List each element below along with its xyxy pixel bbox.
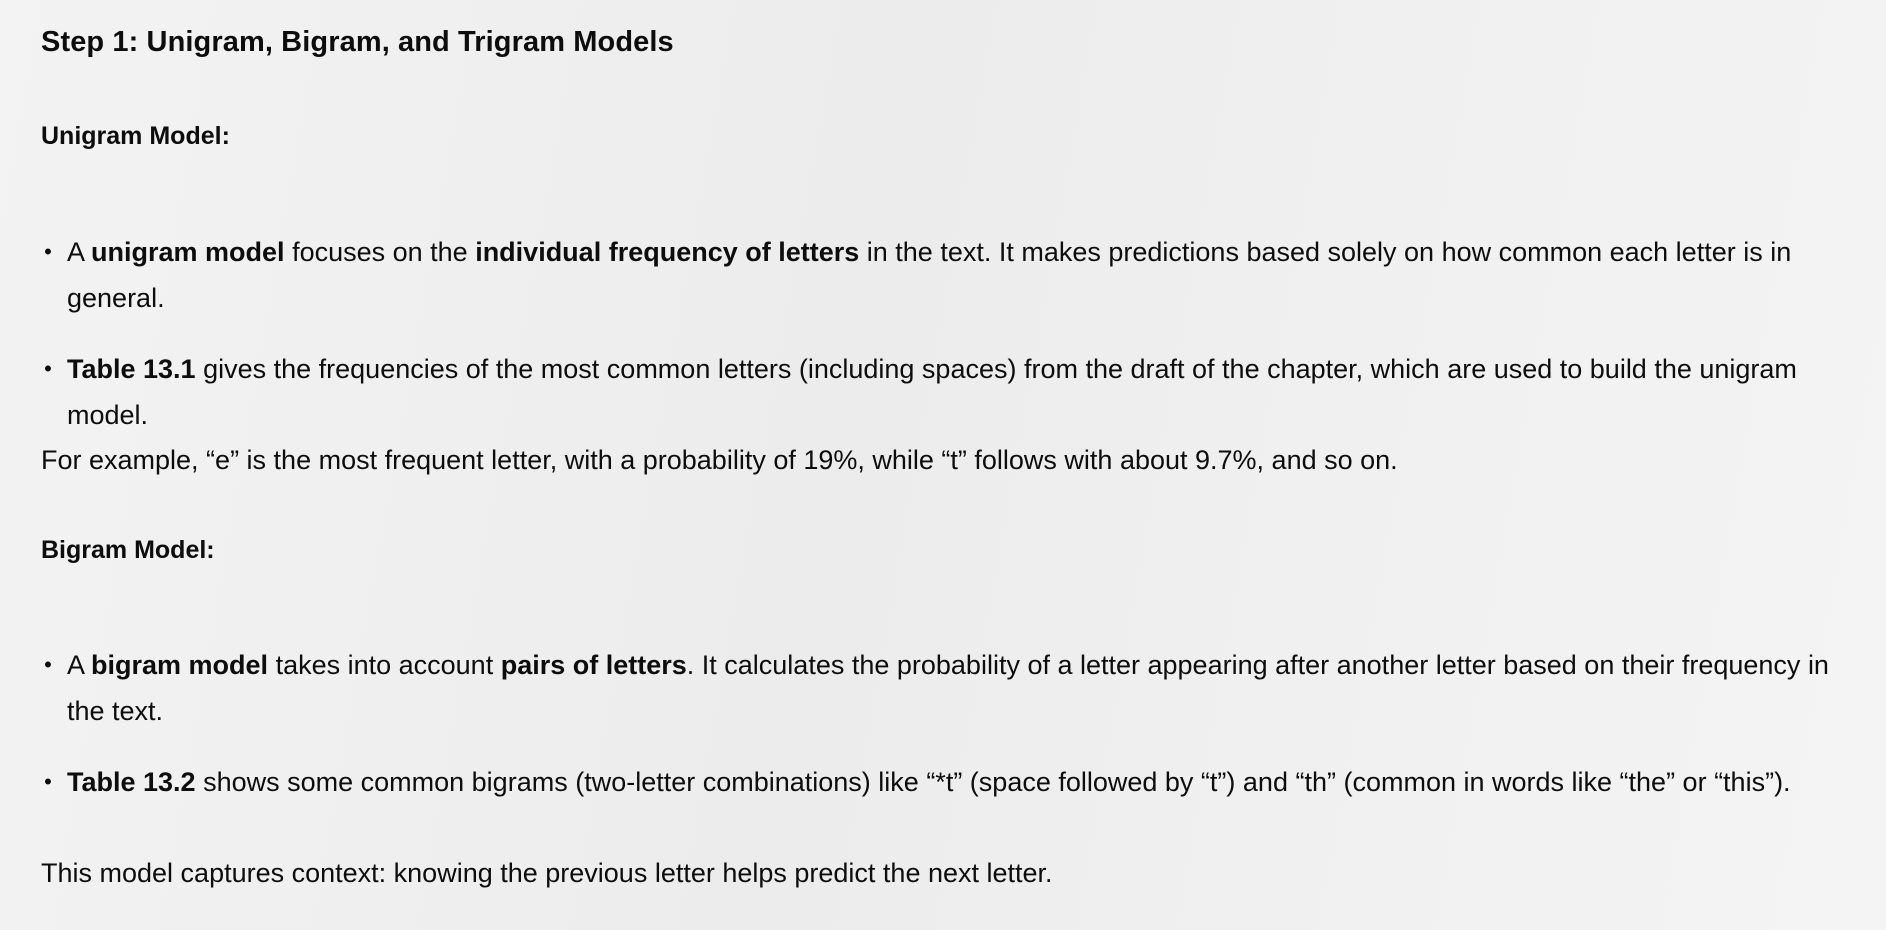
unigram-bullet-list: • A unigram model focuses on the individ…	[41, 229, 1841, 438]
bullet-dot-icon: •	[44, 652, 52, 677]
bigram-heading: Bigram Model:	[41, 536, 215, 564]
bullet-text: A bigram model takes into account pairs …	[67, 650, 1829, 726]
bigram-context-paragraph: This model captures context: knowing the…	[41, 858, 1053, 888]
unigram-bullet-1: • A unigram model focuses on the individ…	[41, 229, 1841, 321]
bullet-dot-icon: •	[44, 769, 52, 794]
step-title: Step 1: Unigram, Bigram, and Trigram Mod…	[41, 26, 674, 58]
unigram-heading: Unigram Model:	[41, 122, 230, 150]
bullet-dot-icon: •	[44, 239, 52, 264]
bigram-bullet-1: • A bigram model takes into account pair…	[41, 642, 1841, 734]
bullet-text: Table 13.1 gives the frequencies of the …	[67, 354, 1797, 430]
bullet-text: A unigram model focuses on the individua…	[67, 237, 1792, 313]
bigram-bullet-2: • Table 13.2 shows some common bigrams (…	[41, 759, 1841, 805]
unigram-bullet-2: • Table 13.1 gives the frequencies of th…	[41, 346, 1841, 438]
bigram-bullet-list: • A bigram model takes into account pair…	[41, 642, 1841, 805]
bullet-text: Table 13.2 shows some common bigrams (tw…	[67, 767, 1791, 797]
unigram-example-paragraph: For example, “e” is the most frequent le…	[41, 445, 1398, 475]
bullet-dot-icon: •	[44, 356, 52, 381]
